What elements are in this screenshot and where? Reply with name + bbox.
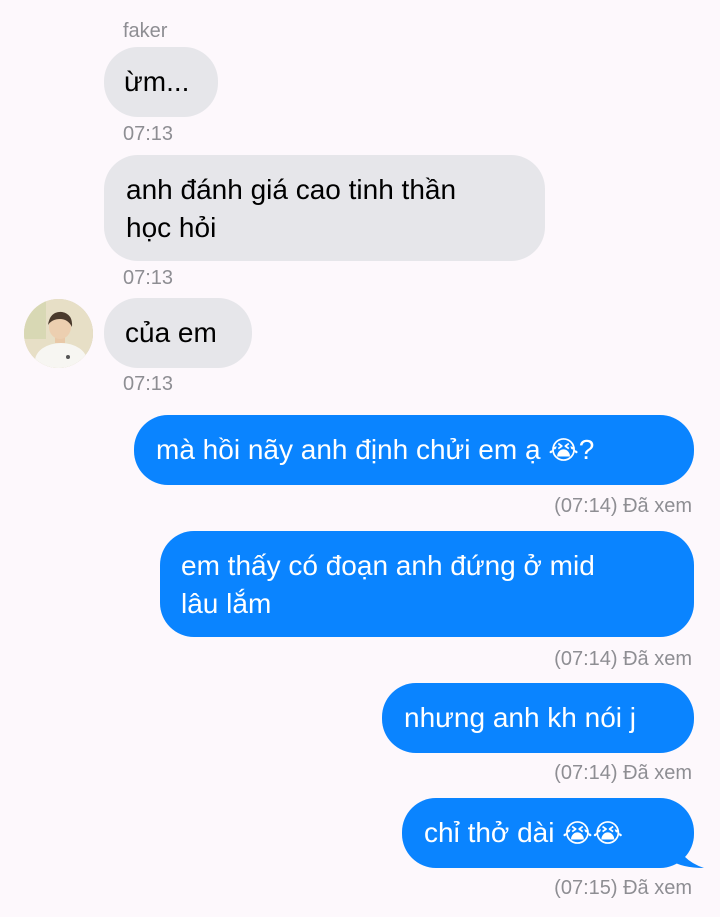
- message-text-line: học hỏi: [126, 212, 217, 243]
- message-bubble-incoming[interactable]: ừm...: [104, 47, 218, 117]
- message-bubble-incoming[interactable]: của em: [104, 298, 252, 368]
- message-text: nhưng anh kh nói j: [404, 702, 637, 733]
- contact-avatar[interactable]: [24, 299, 93, 368]
- read-status: (07:15) Đã xem: [554, 877, 692, 899]
- message-time: 07:13: [123, 123, 174, 145]
- message-bubble-incoming[interactable]: anh đánh giá cao tinh thần học hỏi: [104, 155, 545, 261]
- read-status: (07:14) Đã xem: [554, 762, 692, 784]
- message-bubble-outgoing[interactable]: chỉ thở dài 😭😭: [402, 798, 694, 868]
- sender-name: faker: [123, 20, 168, 42]
- message-bubble-outgoing[interactable]: em thấy có đoạn anh đứng ở mid lâu lắm: [160, 531, 694, 637]
- message-text: ừm...: [124, 66, 190, 97]
- message-text: ?: [578, 434, 595, 465]
- message-text-line: lâu lắm: [181, 588, 272, 619]
- message-time: 07:13: [123, 373, 174, 395]
- message-text: chỉ thở dài: [424, 817, 563, 848]
- avatar-photo-icon: [24, 299, 93, 368]
- message-bubble-outgoing[interactable]: nhưng anh kh nói j: [382, 683, 694, 753]
- message-time: 07:13: [123, 267, 174, 289]
- message-text-line: anh đánh giá cao tinh thần: [126, 174, 457, 205]
- crying-face-emoji-icon: 😭: [548, 435, 579, 465]
- message-text: của em: [125, 317, 217, 348]
- bubble-tail-icon: [670, 838, 704, 868]
- message-text-line: em thấy có đoạn anh đứng ở mid: [181, 550, 595, 581]
- message-bubble-outgoing[interactable]: mà hồi nãy anh định chửi em ạ 😭?: [134, 415, 694, 485]
- read-status: (07:14) Đã xem: [554, 648, 692, 670]
- crying-face-emoji-icon: 😭😭: [562, 818, 623, 848]
- message-text: mà hồi nãy anh định chửi em ạ: [156, 434, 549, 465]
- read-status: (07:14) Đã xem: [554, 495, 692, 517]
